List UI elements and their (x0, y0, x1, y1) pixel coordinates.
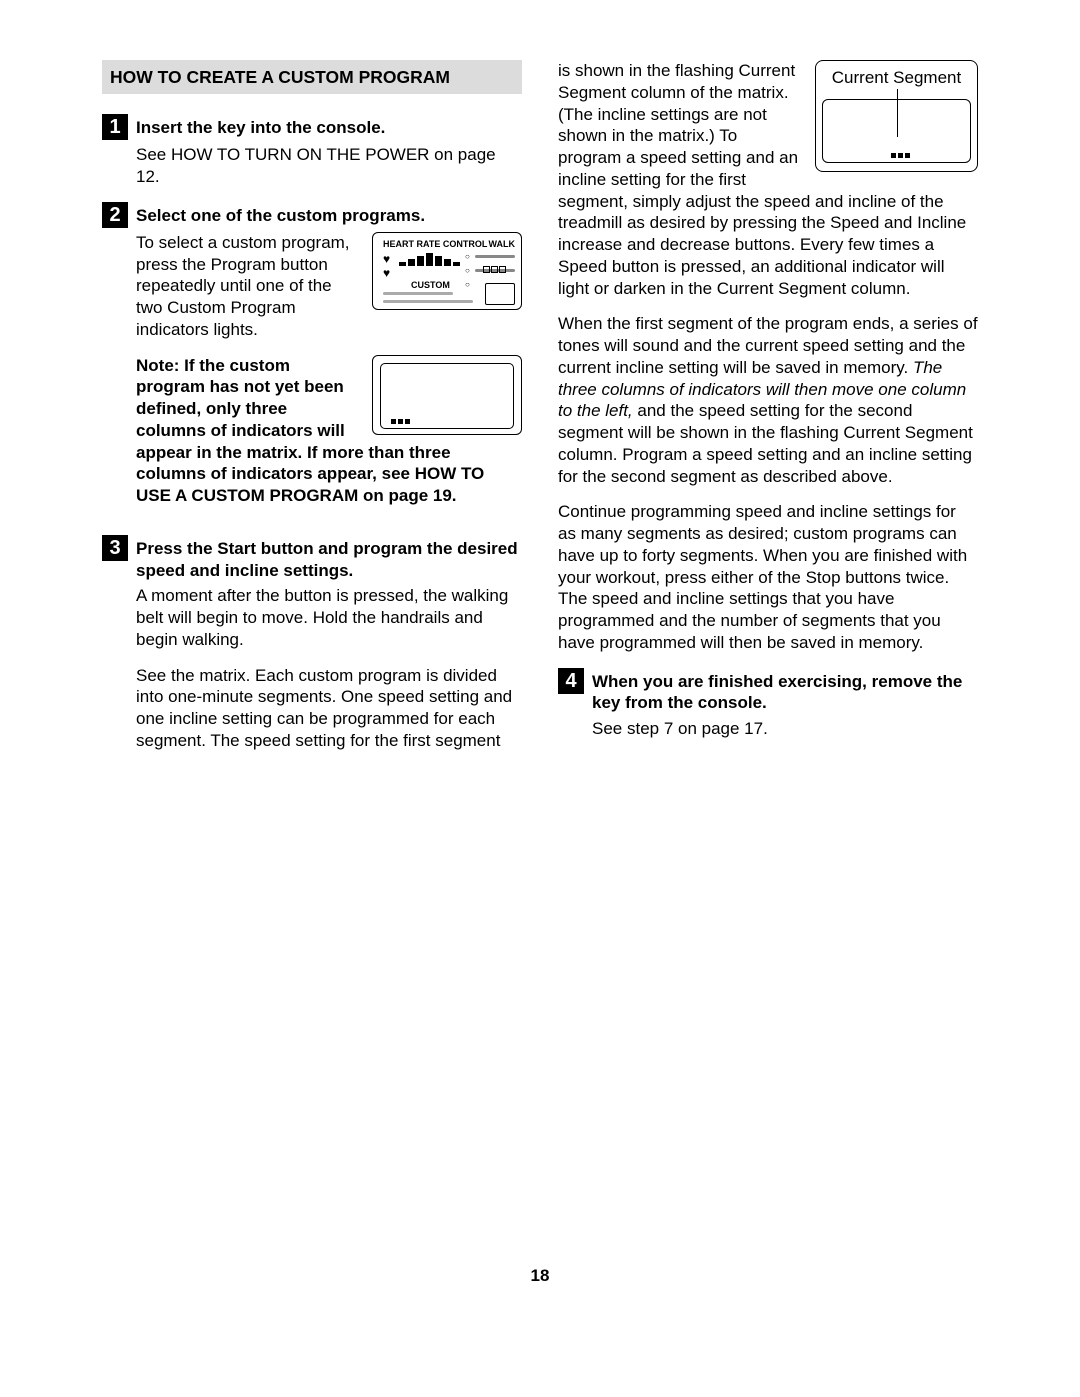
page-number: 18 (102, 1266, 978, 1286)
right-column: Current Segment is shown in the flashing… (558, 60, 978, 766)
step-number: 1 (102, 114, 128, 140)
step-title: Insert the key into the console. (136, 114, 385, 139)
figure-label: Current Segment (816, 67, 977, 89)
step-title: When you are finished exercising, remove… (592, 668, 978, 715)
step-number: 4 (558, 668, 584, 694)
step-number: 3 (102, 535, 128, 561)
heart-icon: ♥ (383, 266, 390, 281)
step-title: Press the Start button and program the d… (136, 535, 522, 582)
figure-label: CUSTOM (411, 280, 450, 292)
body-text: See step 7 on page 17. (592, 718, 978, 740)
segment-figure: Current Segment (815, 60, 978, 172)
left-column: HOW TO CREATE A CUSTOM PROGRAM 1 Insert … (102, 60, 522, 766)
console-figure: HEART RATE CONTROL WALK ♥ ♥ ○ ○ ○ (372, 232, 522, 310)
body-text: See the matrix. Each custom program is d… (136, 665, 522, 752)
body-text: Continue programming speed and incline s… (558, 501, 978, 653)
body-text: See HOW TO TURN ON THE POWER on page 12. (136, 144, 522, 188)
step-title: Select one of the custom programs. (136, 202, 425, 227)
figure-label: WALK (489, 239, 516, 251)
section-heading: HOW TO CREATE A CUSTOM PROGRAM (102, 60, 522, 94)
matrix-figure (372, 355, 522, 435)
body-text: A moment after the button is pressed, th… (136, 585, 522, 650)
body-text: When the first segment of the program en… (558, 313, 978, 487)
figure-label: HEART RATE CONTROL (383, 239, 487, 251)
step-number: 2 (102, 202, 128, 228)
document-page: HOW TO CREATE A CUSTOM PROGRAM 1 Insert … (0, 0, 1080, 1326)
